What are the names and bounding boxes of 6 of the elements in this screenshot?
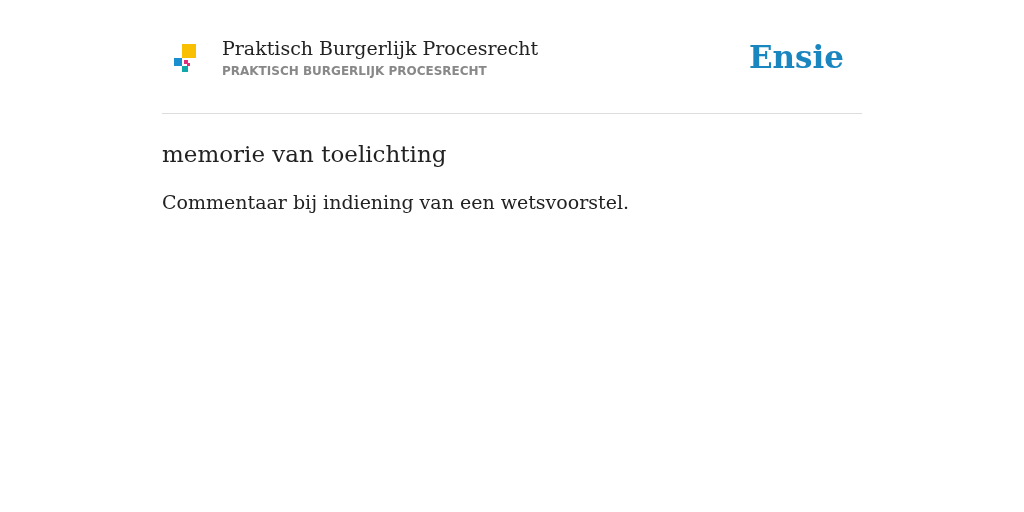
entry-term: memorie van toelichting (162, 140, 448, 169)
book-subtitle: PRAKTISCH BURGERLIJK PROCESRECHT (222, 62, 488, 80)
book-title: Praktisch Burgerlijk Procesrecht (222, 35, 539, 60)
entry-definition: Commentaar bij indiening van een wetsvoorstel. (162, 190, 631, 215)
logo-icon (174, 43, 196, 72)
brand-logo[interactable]: Ensie (748, 42, 844, 73)
